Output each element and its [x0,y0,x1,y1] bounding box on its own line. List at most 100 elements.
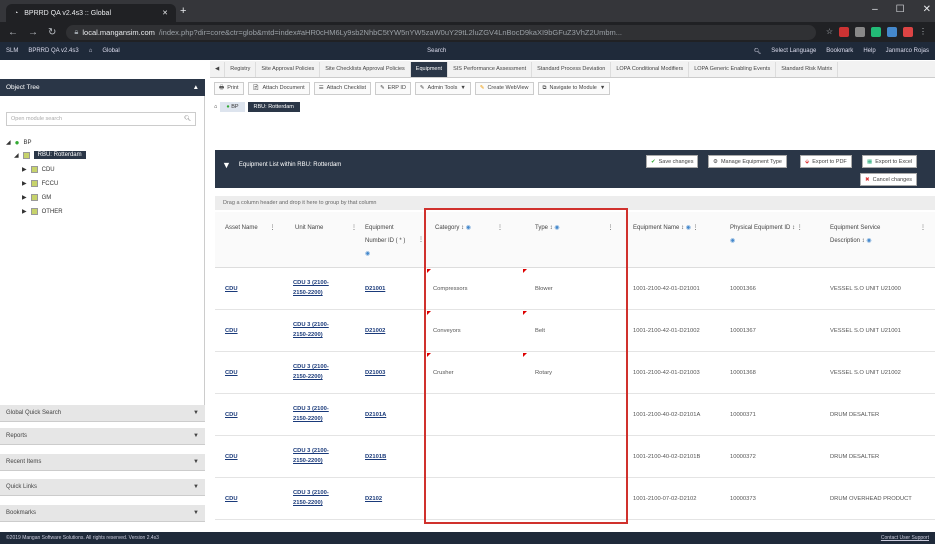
select-language[interactable]: Select Language [771,48,816,54]
col-asset-name[interactable]: Asset Name ⋮ [225,222,275,235]
tab-sis-performance-assessment[interactable]: SIS Performance Assessment [448,61,533,77]
tree-node-cdu[interactable]: ▶ CDU [22,166,55,173]
tab-title: BPRRD QA v2.4s3 :: Global [24,9,111,17]
tree-node-selected[interactable]: ◢ RBU: Rotterdam [14,151,86,159]
admin-tools-button[interactable]: ✎ Admin Tools ▼ [414,81,471,95]
menu-dots-icon[interactable]: ⋮ [919,27,927,37]
cell-equipment-number[interactable]: D21001 [365,286,385,292]
cell-unit-name[interactable]: CDU 3 (2100-2150-2200) [293,320,341,340]
tree-node-gm[interactable]: ▶ GM [22,194,51,201]
tree-node-fccu[interactable]: ▶ FCCU [22,180,58,187]
tab-close-icon[interactable]: ✕ [162,9,168,17]
home-icon[interactable]: ⌂ [89,48,93,54]
tree-node-other[interactable]: ▶ OTHER [22,208,63,215]
cell-equipment-number[interactable]: D2102 [365,496,382,502]
export-excel-button[interactable]: ▦ Export to Excel [862,155,918,168]
col-equipment-number[interactable]: Equipment Number ID ( * ) ◉ [365,222,407,261]
nav-item-slm[interactable]: SLM [6,48,18,54]
close-window-icon[interactable]: ✕ [923,4,931,15]
column-menu-icon[interactable]: ⋮ [351,225,357,231]
tab-standard-risk-matrix[interactable]: Standard Risk Matrix [776,61,839,77]
star-icon[interactable]: ☆ [826,27,833,37]
column-menu-icon[interactable]: ⋮ [797,225,803,231]
minimize-icon[interactable]: – [872,4,878,15]
tree-node-root[interactable]: ◢ ● BP [6,138,31,147]
save-changes-button[interactable]: ✔ Save changes [646,155,699,168]
global-search[interactable]: Search [427,48,446,54]
col-unit-name[interactable]: Unit Name ⋮ [295,222,357,235]
tab-lopa-generic-enabling-events[interactable]: LOPA Generic Enabling Events [689,61,777,77]
module-search-input[interactable]: Open module search 🔍︎ [6,112,196,126]
tab-registry[interactable]: Registry [225,61,257,77]
tab-standard-process-deviation[interactable]: Standard Process Deviation [532,61,612,77]
col-equipment-name[interactable]: Equipment Name ↕ ◉ ⋮ [633,222,699,235]
user-menu[interactable]: Janmarco Rojas [886,48,929,54]
accordion-bookmarks[interactable]: Bookmarks ▼ [0,505,205,522]
nav-item-global[interactable]: Global [102,48,119,54]
tab-prev-icon[interactable]: ◀ [210,61,226,77]
nav-item-site[interactable]: BPRRD QA v2.4s3 [28,48,78,54]
help-menu[interactable]: Help [863,48,875,54]
maximize-icon[interactable]: ☐ [896,4,905,15]
column-menu-icon[interactable]: ⋮ [269,225,275,231]
breadcrumb-bp[interactable]: ● BP [220,101,245,112]
cell-asset-name[interactable]: CDU [225,328,238,334]
manage-equipment-type-button[interactable]: ⚙ Manage Equipment Type [708,155,787,168]
breadcrumb-current[interactable]: RBU: Rotterdam [247,101,300,112]
accordion-recent-items[interactable]: Recent Items ▼ [0,454,205,471]
extension-icon[interactable] [871,27,881,37]
cell-unit-name[interactable]: CDU 3 (2100-2150-2200) [293,488,341,508]
cell-unit-name[interactable]: CDU 3 (2100-2150-2200) [293,446,341,466]
back-icon[interactable]: ← [8,27,18,38]
accordion-global-quick-search[interactable]: Global Quick Search ▼ [0,405,205,422]
erp-id-button[interactable]: ✎ ERP ID [375,81,411,95]
navigate-to-module-button[interactable]: ⧉ Navigate to Module ▼ [537,81,611,95]
export-pdf-button[interactable]: ⬙ Export to PDF [800,155,852,168]
cell-asset-name[interactable]: CDU [225,370,238,376]
search-icon[interactable]: 🔍︎ [184,116,191,122]
cell-asset-name[interactable]: CDU [225,496,238,502]
column-menu-icon[interactable]: ⋮ [693,225,699,231]
object-tree-header: Object Tree ▲ [0,79,205,96]
bookmark-menu[interactable]: Bookmark [826,48,853,54]
create-webview-button[interactable]: ✎ Create WebView [474,81,534,95]
attach-document-button[interactable]: 📄︎ Attach Document [247,81,310,95]
cell-equipment-number[interactable]: D21003 [365,370,385,376]
cell-asset-name[interactable]: CDU [225,454,238,460]
cancel-changes-button[interactable]: ✖ Cancel changes [860,173,918,186]
breadcrumb: ⌂ ● BP RBU: Rotterdam [210,99,935,114]
accordion-reports[interactable]: Reports ▼ [0,428,205,445]
forward-icon[interactable]: → [28,27,38,38]
search-icon[interactable]: 🔍︎ [754,48,762,55]
cell-unit-name[interactable]: CDU 3 (2100-2150-2200) [293,362,341,382]
cell-unit-name[interactable]: CDU 3 (2100-2150-2200) [293,404,341,424]
filter-icon[interactable]: ▼ [222,160,231,170]
cell-equipment-number[interactable]: D21002 [365,328,385,334]
cell-asset-name[interactable]: CDU [225,412,238,418]
extension-icon[interactable] [855,27,865,37]
print-button[interactable]: 🖶︎ Print [214,81,244,95]
extension-icon[interactable] [903,27,913,37]
cell-unit-name[interactable]: CDU 3 (2100-2150-2200) [293,278,341,298]
extension-icon[interactable] [887,27,897,37]
tab-lopa-conditional-modifiers[interactable]: LOPA Conditional Modifiers [611,61,690,77]
browser-tab[interactable]: ◔ BPRRD QA v2.4s3 :: Global ✕ [6,4,176,22]
column-menu-icon[interactable]: ⋮ [920,222,926,235]
home-icon[interactable]: ⌂ [214,104,217,110]
url-field[interactable]: 🔒︎ local.mangansim.com /index.php?dir=co… [66,24,816,40]
col-physical-equipment-id[interactable]: Physical Equipment ID ↕ ⋮ ◉ [730,222,820,248]
accordion-quick-links[interactable]: Quick Links ▼ [0,479,205,496]
contact-support-link[interactable]: Contact User Support [881,535,929,541]
tab-site-approval-policies[interactable]: Site Approval Policies [256,61,321,77]
col-service-description[interactable]: Equipment Service Description ↕ ◉ [830,222,910,248]
new-tab-icon[interactable]: + [180,5,186,17]
tab-equipment[interactable]: Equipment [410,61,449,77]
tab-site-checklists-approval-policies[interactable]: Site Checklists Approval Policies [320,61,411,77]
reload-icon[interactable]: ↻ [48,27,56,38]
cell-equipment-number[interactable]: D2101A [365,412,386,418]
cell-equipment-number[interactable]: D2101B [365,454,386,460]
cell-asset-name[interactable]: CDU [225,286,238,292]
attach-checklist-button[interactable]: ☰ Attach Checklist [313,81,372,95]
collapse-icon[interactable]: ▲ [193,84,199,91]
extension-icon[interactable] [839,27,849,37]
